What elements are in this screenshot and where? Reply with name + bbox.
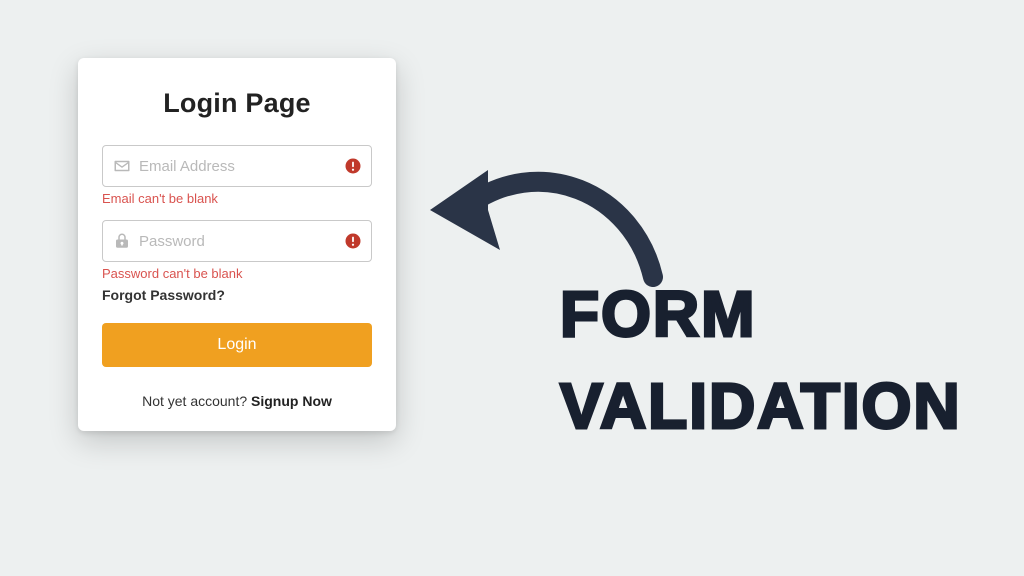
card-title: Login Page [102, 88, 372, 119]
signup-prompt-text: Not yet account? [142, 393, 251, 409]
email-error-text: Email can't be blank [102, 191, 372, 206]
error-icon [345, 233, 361, 249]
headline-line-1: Form [560, 282, 962, 346]
password-input-wrap[interactable] [102, 220, 372, 262]
signup-row: Not yet account? Signup Now [102, 393, 372, 409]
email-input-wrap[interactable] [102, 145, 372, 187]
login-card: Login Page Email can't be blank [78, 58, 396, 431]
forgot-password-link[interactable]: Forgot Password? [102, 287, 225, 303]
email-input[interactable] [139, 146, 339, 186]
headline-text: Form Validation [560, 282, 962, 466]
password-error-text: Password can't be blank [102, 266, 372, 281]
signup-now-link[interactable]: Signup Now [251, 393, 332, 409]
headline-line-2: Validation [560, 374, 962, 438]
envelope-icon [113, 157, 131, 175]
error-icon [345, 158, 361, 174]
login-button[interactable]: Login [102, 323, 372, 367]
password-field-group: Password can't be blank [102, 220, 372, 281]
email-field-group: Email can't be blank [102, 145, 372, 206]
lock-icon [113, 232, 131, 250]
password-input[interactable] [139, 221, 339, 261]
